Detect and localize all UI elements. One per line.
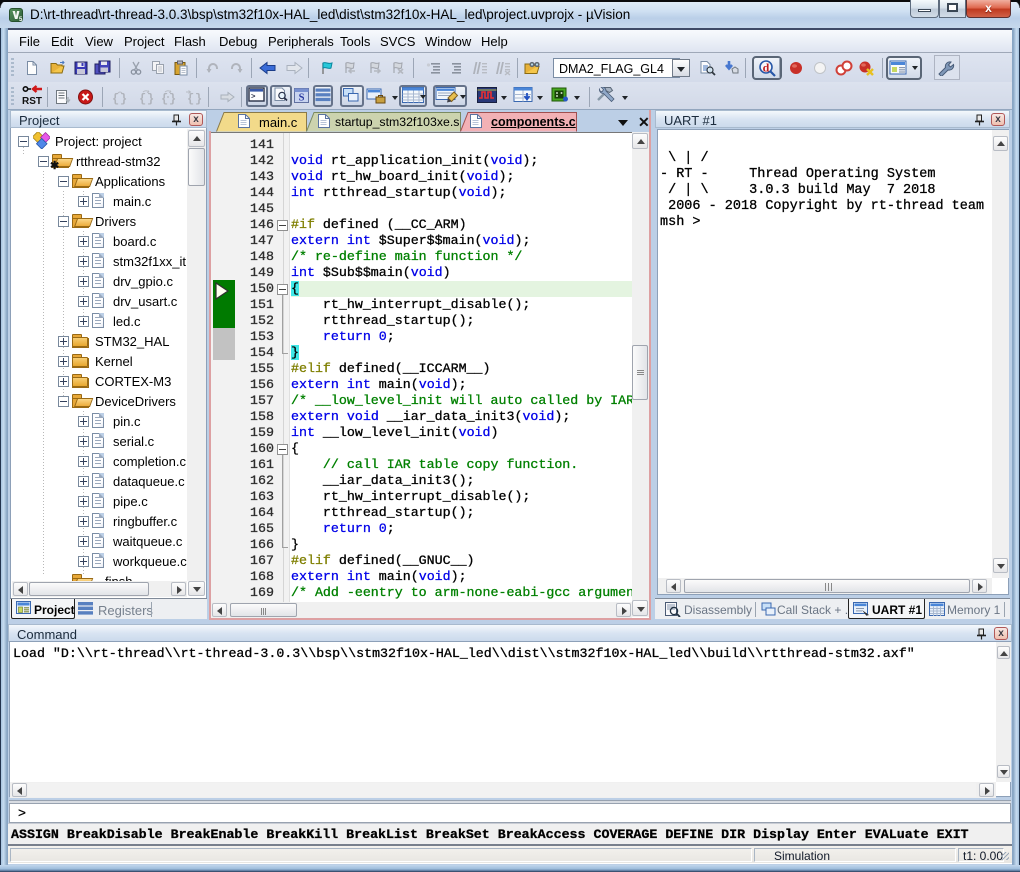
svg-text:S: S bbox=[299, 93, 305, 104]
svg-text:{: { bbox=[187, 92, 194, 105]
svg-text:5: 5 bbox=[19, 17, 23, 22]
svg-text:}: } bbox=[120, 92, 127, 105]
svg-text:{: { bbox=[161, 92, 168, 105]
svg-text:}: } bbox=[169, 92, 176, 105]
svg-text:}: } bbox=[195, 92, 202, 105]
svg-text:{: { bbox=[139, 92, 146, 105]
svg-text:{: { bbox=[112, 92, 119, 105]
svg-text:d: d bbox=[763, 61, 770, 75]
svg-text:}: } bbox=[147, 92, 154, 105]
svg-text:RST: RST bbox=[22, 96, 42, 107]
svg-text:>: > bbox=[251, 94, 256, 102]
